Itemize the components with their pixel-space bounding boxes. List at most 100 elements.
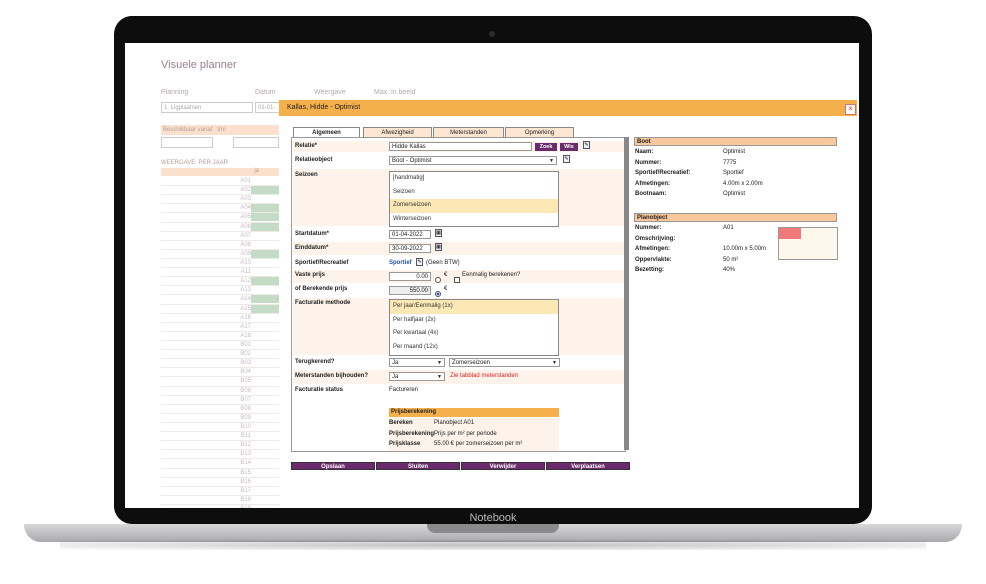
vaste-prijs-input[interactable]: 0.00 (389, 272, 431, 281)
planner-row-cell[interactable] (251, 441, 279, 449)
planner-row[interactable]: B07 (161, 396, 279, 405)
planner-row[interactable]: A07 (161, 232, 279, 241)
planner-row[interactable]: B12 (161, 441, 279, 451)
zoek-button[interactable]: Zoek (535, 143, 557, 151)
facturatie-option[interactable]: Per kwartaal (4x) (390, 327, 558, 341)
planner-row[interactable]: A10 (161, 259, 279, 269)
planner-row-cell[interactable] (251, 359, 279, 367)
planner-row[interactable]: B16 (161, 478, 279, 487)
planner-row-cell[interactable] (251, 232, 279, 240)
edit-icon[interactable]: ✎ (563, 155, 570, 163)
planner-row-cell[interactable] (251, 505, 279, 508)
planner-row[interactable]: A15 (161, 304, 279, 314)
planner-row-cell[interactable] (251, 459, 279, 467)
planner-row[interactable]: B10 (161, 423, 279, 433)
planner-row[interactable]: A02 (161, 186, 279, 196)
planner-row[interactable]: B19 (161, 505, 279, 508)
edit-icon[interactable]: ✎ (583, 141, 590, 149)
terugkerend-seizoen-select[interactable]: Zomerseizoen ▼ (449, 358, 560, 367)
planner-row[interactable]: A08 (161, 241, 279, 250)
planner-row[interactable]: B17 (161, 487, 279, 496)
planner-row[interactable]: A18 (161, 332, 279, 341)
wis-button[interactable]: Wis (560, 143, 578, 151)
planner-row[interactable]: B11 (161, 432, 279, 442)
planner-row-cell[interactable] (251, 487, 279, 495)
planner-row-cell[interactable] (251, 295, 279, 304)
planner-row-cell[interactable] (251, 350, 279, 358)
planner-row-cell[interactable] (251, 259, 279, 267)
verplaatsen-button[interactable]: Verplaatsen (546, 462, 630, 470)
facturatie-option[interactable]: Per halfjaar (2x) (390, 314, 558, 328)
seizoen-option[interactable]: Winterseizoen (390, 213, 558, 227)
relatie-input[interactable]: Hidde Kallas (389, 142, 532, 151)
planner-row-cell[interactable] (251, 332, 279, 340)
planner-row-cell[interactable] (251, 496, 279, 504)
planner-row-cell[interactable] (251, 195, 279, 203)
planner-row[interactable]: B05 (161, 377, 279, 387)
meterstanden-select[interactable]: Ja ▼ (389, 372, 445, 381)
eenmalig-checkbox[interactable] (454, 271, 460, 289)
planner-row[interactable]: A13 (161, 286, 279, 296)
planner-row[interactable]: A12 (161, 277, 279, 287)
planner-row-cell[interactable] (251, 177, 279, 185)
planner-row[interactable]: B03 (161, 359, 279, 369)
planner-row-cell[interactable] (251, 387, 279, 395)
planner-row-cell[interactable] (251, 469, 279, 477)
close-icon[interactable]: × (845, 104, 856, 115)
planner-row[interactable]: B13 (161, 450, 279, 460)
beschikbaar-from-input[interactable] (161, 137, 213, 148)
seizoen-option[interactable]: [handmatig] (390, 172, 558, 186)
planner-row-cell[interactable] (251, 314, 279, 322)
facturatie-listbox[interactable]: Per jaar/Eenmalig (1x) Per halfjaar (2x) P… (389, 299, 559, 356)
planner-row-cell[interactable] (251, 241, 279, 249)
startdatum-input[interactable]: 01-04-2022 (389, 230, 431, 239)
planner-row-cell[interactable] (251, 405, 279, 413)
planner-row-cell[interactable] (251, 277, 279, 286)
terugkerend-select[interactable]: Ja ▼ (389, 358, 445, 367)
form-scrollbar[interactable] (624, 137, 629, 450)
planner-row-cell[interactable] (251, 213, 279, 222)
planner-row[interactable]: A14 (161, 295, 279, 305)
planner-row-cell[interactable] (251, 186, 279, 195)
planner-row[interactable]: B18 (161, 496, 279, 505)
planner-row[interactable]: B04 (161, 368, 279, 378)
planner-row[interactable]: A17 (161, 323, 279, 332)
planning-select[interactable]: 1. Ligplaatsen (161, 102, 253, 113)
beschikbaar-to-input[interactable] (233, 137, 279, 148)
planner-row-cell[interactable] (251, 368, 279, 376)
seizoen-option[interactable]: Zomerseizoen (390, 199, 558, 213)
planner-row-cell[interactable] (251, 249, 279, 258)
einddatum-input[interactable]: 30-09-2022 (389, 244, 431, 253)
planner-row-cell[interactable] (251, 478, 279, 486)
planner-row[interactable]: B02 (161, 350, 279, 360)
opslaan-button[interactable]: Opslaan (291, 462, 375, 470)
planner-row-cell[interactable] (251, 304, 279, 313)
planner-row-cell[interactable] (251, 414, 279, 422)
planner-row[interactable]: A03 (161, 195, 279, 205)
planner-row-cell[interactable] (251, 286, 279, 294)
planner-row[interactable]: A06 (161, 222, 279, 232)
planner-row-cell[interactable] (251, 450, 279, 458)
seizoen-listbox[interactable]: [handmatig] Seizoen Zomerseizoen Winterseiz… (389, 171, 559, 227)
planner-row-cell[interactable] (251, 423, 279, 431)
planner-row-cell[interactable] (251, 396, 279, 404)
planner-row[interactable]: A11 (161, 268, 279, 278)
calendar-icon[interactable]: ▦ (435, 243, 442, 251)
calendar-icon[interactable]: ▦ (435, 229, 442, 237)
planner-row[interactable]: A01 (161, 177, 279, 187)
datum-input[interactable]: 01-01- (255, 102, 281, 113)
planner-row[interactable]: A05 (161, 213, 279, 223)
planner-row-cell[interactable] (251, 341, 279, 349)
planner-row[interactable]: A16 (161, 314, 279, 323)
facturatie-option[interactable]: Per jaar/Eenmalig (1x) (390, 300, 558, 314)
sluiten-button[interactable]: Sluiten (376, 462, 460, 470)
seizoen-option[interactable]: Seizoen (390, 186, 558, 200)
planner-row[interactable]: B14 (161, 459, 279, 469)
verwijder-button[interactable]: Verwijder (461, 462, 545, 470)
sportief-link[interactable]: Sportief (389, 260, 412, 266)
facturatie-option[interactable]: Per maand (12x) (390, 341, 558, 355)
planner-row[interactable]: B01 (161, 341, 279, 351)
planner-row[interactable]: A09 (161, 249, 279, 259)
planner-row-cell[interactable] (251, 268, 279, 276)
relatieobject-select[interactable]: Boot - Optimist ▼ (389, 156, 557, 165)
